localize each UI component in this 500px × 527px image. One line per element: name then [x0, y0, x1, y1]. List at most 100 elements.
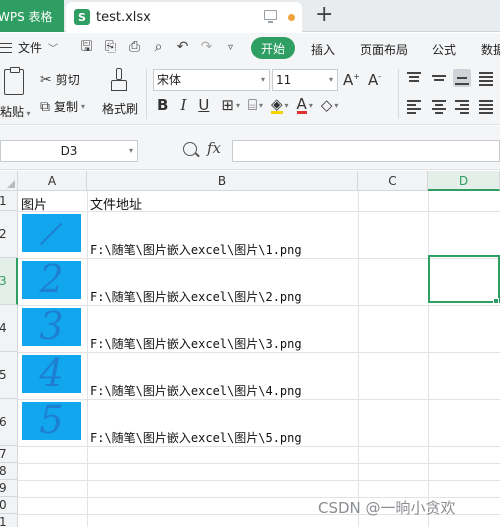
align-left-icon[interactable]	[405, 97, 423, 115]
embedded-image[interactable]: 4	[22, 351, 81, 395]
fill-color-icon[interactable]: ◈	[270, 96, 283, 114]
row-header[interactable]: 2	[0, 211, 18, 258]
embedded-image[interactable]: 5	[22, 398, 81, 442]
print-preview-icon[interactable]: ⌕	[150, 39, 167, 56]
export-icon[interactable]: ⎘	[102, 39, 119, 56]
row-header[interactable]: 4	[0, 305, 18, 352]
image-digit: 3	[39, 304, 64, 348]
align-right-icon[interactable]	[453, 97, 471, 115]
column-header-d[interactable]: D	[428, 171, 500, 191]
tab-start[interactable]: 开始	[251, 37, 295, 59]
row-header[interactable]: 1	[0, 514, 18, 527]
print-icon[interactable]: ⎙	[126, 39, 143, 56]
row-header[interactable]: 8	[0, 463, 18, 480]
function-fx-icon[interactable]: fx	[207, 139, 221, 157]
hamburger-icon	[0, 42, 12, 53]
justify-icon[interactable]	[477, 97, 495, 115]
cell-b3[interactable]: F:\随笔\图片嵌入excel\图片\2.png	[90, 288, 302, 305]
row-header[interactable]: 7	[0, 446, 18, 463]
align-bottom-icon[interactable]	[453, 69, 471, 87]
name-box-value: D3	[60, 144, 78, 158]
save-icon[interactable]: 🖫	[78, 39, 95, 56]
cell-b4[interactable]: F:\随笔\图片嵌入excel\图片\3.png	[90, 335, 302, 352]
unsaved-dot-icon	[288, 14, 295, 21]
embedded-image[interactable]: 3	[22, 304, 81, 348]
borders-icon[interactable]: ⊞	[221, 96, 234, 114]
formula-bar: D3 ▾ fx	[0, 126, 500, 170]
chevron-down-icon: ﹀	[48, 44, 59, 55]
format-painter-icon[interactable]	[110, 68, 128, 92]
tab-wps-home-label: WPS 表格	[0, 9, 53, 24]
tab-formulas[interactable]: 公式	[432, 41, 456, 58]
align-top-icon[interactable]	[405, 69, 423, 87]
row-header[interactable]: 9	[0, 480, 18, 497]
fill-style-icon[interactable]: ⌸	[248, 96, 257, 114]
cut-button[interactable]: ✂ 剪切	[40, 71, 80, 88]
underline-button[interactable]: U	[198, 96, 209, 114]
cell-b2[interactable]: F:\随笔\图片嵌入excel\图片\1.png	[90, 241, 302, 258]
menu-bar: 文件 ﹀ 🖫 ⎘ ⎙ ⌕ ↶ ↷ ▿ 开始 插入 页面布局 公式 数据	[0, 33, 500, 63]
customize-toolbar-icon[interactable]: ▿	[222, 39, 239, 56]
row-header[interactable]: 6	[0, 399, 18, 446]
row-header[interactable]: 5	[0, 352, 18, 399]
tab-bar: WPS 表格 S test.xlsx +	[0, 0, 500, 32]
row-header[interactable]: 1	[0, 191, 18, 211]
undo-icon[interactable]: ↶	[174, 39, 191, 56]
wrap-lines-icon[interactable]	[477, 69, 495, 87]
image-digit: 2	[39, 257, 64, 301]
font-size-value: 11	[276, 73, 292, 87]
italic-button[interactable]: I	[180, 96, 186, 114]
chevron-down-icon: ▾	[128, 146, 133, 155]
copy-icon: ⧉	[40, 98, 50, 115]
chevron-down-icon: ▾	[328, 75, 333, 84]
font-size-select[interactable]: 11 ▾	[272, 69, 338, 91]
active-cell-d3[interactable]	[428, 255, 500, 303]
font-color-icon[interactable]: A	[296, 96, 307, 114]
embedded-image[interactable]: 2	[22, 257, 81, 301]
copy-label: 复制	[54, 100, 79, 114]
cut-label: 剪切	[55, 73, 80, 87]
new-tab-plus-icon[interactable]: +	[315, 3, 333, 27]
font-name-value: 宋体	[157, 73, 182, 87]
format-row: B I U ⊞ ▾ ⌸ ▾ ◈ ▾ A ▾ ◇ ▾	[157, 94, 339, 114]
cell-b1[interactable]: 文件地址	[90, 194, 142, 213]
align-middle-icon[interactable]	[430, 69, 448, 87]
column-header-c[interactable]: C	[358, 171, 428, 191]
monitor-icon[interactable]	[264, 10, 277, 23]
embedded-image[interactable]	[22, 214, 81, 252]
copy-button[interactable]: ⧉ 复制 ▾	[40, 98, 85, 115]
column-header-a[interactable]: A	[18, 171, 87, 191]
spreadsheet-file-icon: S	[74, 9, 90, 25]
cell-a1[interactable]: 图片	[21, 194, 47, 213]
spreadsheet-grid[interactable]: A B C D 1 2 3 4 5 6 7 8 9 0 1 图片 文件地址 F:…	[0, 171, 500, 527]
chevron-down-icon: ▾	[260, 75, 265, 84]
select-all-corner[interactable]	[0, 171, 18, 191]
eraser-icon[interactable]: ◇	[321, 96, 333, 114]
clipboard-icon	[4, 67, 24, 95]
tab-page-layout[interactable]: 页面布局	[360, 41, 408, 58]
name-box[interactable]: D3 ▾	[0, 140, 138, 162]
tab-test-xlsx[interactable]: S test.xlsx	[66, 2, 302, 32]
zoom-icon[interactable]	[183, 142, 197, 156]
font-name-select[interactable]: 宋体 ▾	[153, 69, 270, 91]
column-header-b[interactable]: B	[87, 171, 358, 191]
cell-b5[interactable]: F:\随笔\图片嵌入excel\图片\4.png	[90, 382, 302, 399]
row-header[interactable]: 0	[0, 497, 18, 514]
bold-button[interactable]: B	[157, 96, 168, 114]
increase-font-size-icon[interactable]: A+	[343, 71, 360, 89]
file-menu-button[interactable]: 文件 ﹀	[0, 39, 58, 56]
image-digit: 4	[39, 351, 64, 395]
format-painter-label[interactable]: 格式刷	[102, 100, 138, 117]
fill-handle[interactable]	[493, 298, 499, 304]
decrease-font-size-icon[interactable]: A-	[368, 71, 381, 89]
ribbon-divider	[398, 69, 399, 119]
tab-wps-home[interactable]: WPS 表格	[0, 0, 64, 32]
redo-icon[interactable]: ↷	[198, 39, 215, 56]
tab-data[interactable]: 数据	[481, 41, 500, 58]
cell-b6[interactable]: F:\随笔\图片嵌入excel\图片\5.png	[90, 429, 302, 446]
row-header[interactable]: 3	[0, 258, 18, 305]
formula-input[interactable]	[232, 140, 500, 162]
quick-access-toolbar: 🖫 ⎘ ⎙ ⌕ ↶ ↷ ▿	[78, 39, 239, 56]
tab-insert[interactable]: 插入	[311, 41, 335, 58]
align-center-icon[interactable]	[430, 97, 448, 115]
